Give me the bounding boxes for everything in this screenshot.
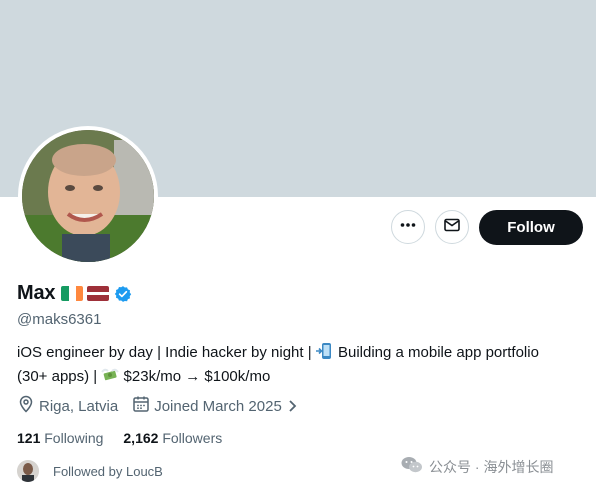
- following-label: Following: [44, 430, 104, 446]
- more-options-button[interactable]: [391, 210, 425, 244]
- follow-button[interactable]: Follow: [479, 210, 583, 245]
- latvia-flag-icon: [87, 286, 110, 301]
- bio-text-4: $23k/mo → $100k/mo: [119, 368, 271, 385]
- watermark-text: 公众号 · 海外增长圈: [429, 458, 554, 475]
- watermark: 公众号 · 海外增长圈: [401, 456, 553, 477]
- bio-text-2: Building a mobile app portfolio: [333, 344, 539, 361]
- profile-avatar[interactable]: [18, 126, 158, 266]
- followed-by-text: Followed by LoucB: [53, 463, 163, 479]
- money-wings-emoji-icon: [101, 366, 120, 390]
- followers-link[interactable]: 2,162 Followers: [123, 430, 222, 446]
- profile-handle: @maks6361: [17, 311, 102, 328]
- wechat-icon: [401, 456, 429, 477]
- profile-bio: iOS engineer by day | Indie hacker by ni…: [17, 342, 577, 390]
- envelope-icon: [443, 216, 461, 239]
- profile-name-row: Max: [17, 282, 132, 305]
- following-link[interactable]: 121 Following: [17, 430, 103, 446]
- followers-label: Followers: [162, 430, 223, 446]
- ireland-flag-icon: [61, 286, 84, 301]
- verified-badge-icon[interactable]: [114, 285, 132, 303]
- profile-name: Max: [17, 282, 56, 304]
- bio-text-1: iOS engineer by day | Indie hacker by ni…: [17, 344, 316, 361]
- profile-location: Riga, Latvia: [17, 395, 118, 417]
- followed-by-row[interactable]: Followed by LoucB: [17, 460, 163, 482]
- location-text: Riga, Latvia: [39, 397, 119, 415]
- joined-text: Joined March 2025: [154, 397, 282, 415]
- phone-arrow-emoji-icon: [315, 342, 334, 366]
- message-button[interactable]: [435, 210, 469, 244]
- follower-avatar: [17, 460, 39, 482]
- more-horizontal-icon: [399, 216, 417, 239]
- profile-stats: 121 Following 2,162 Followers: [17, 430, 242, 446]
- followers-count: 2,162: [123, 430, 159, 446]
- chevron-right-icon: [286, 398, 302, 414]
- profile-joined[interactable]: Joined March 2025: [132, 395, 302, 417]
- calendar-icon: [132, 395, 154, 417]
- bio-text-3: (30+ apps) |: [17, 368, 102, 385]
- profile-meta: Riga, Latvia Joined March 2025: [17, 395, 302, 417]
- location-pin-icon: [17, 395, 39, 417]
- following-count: 121: [17, 430, 41, 446]
